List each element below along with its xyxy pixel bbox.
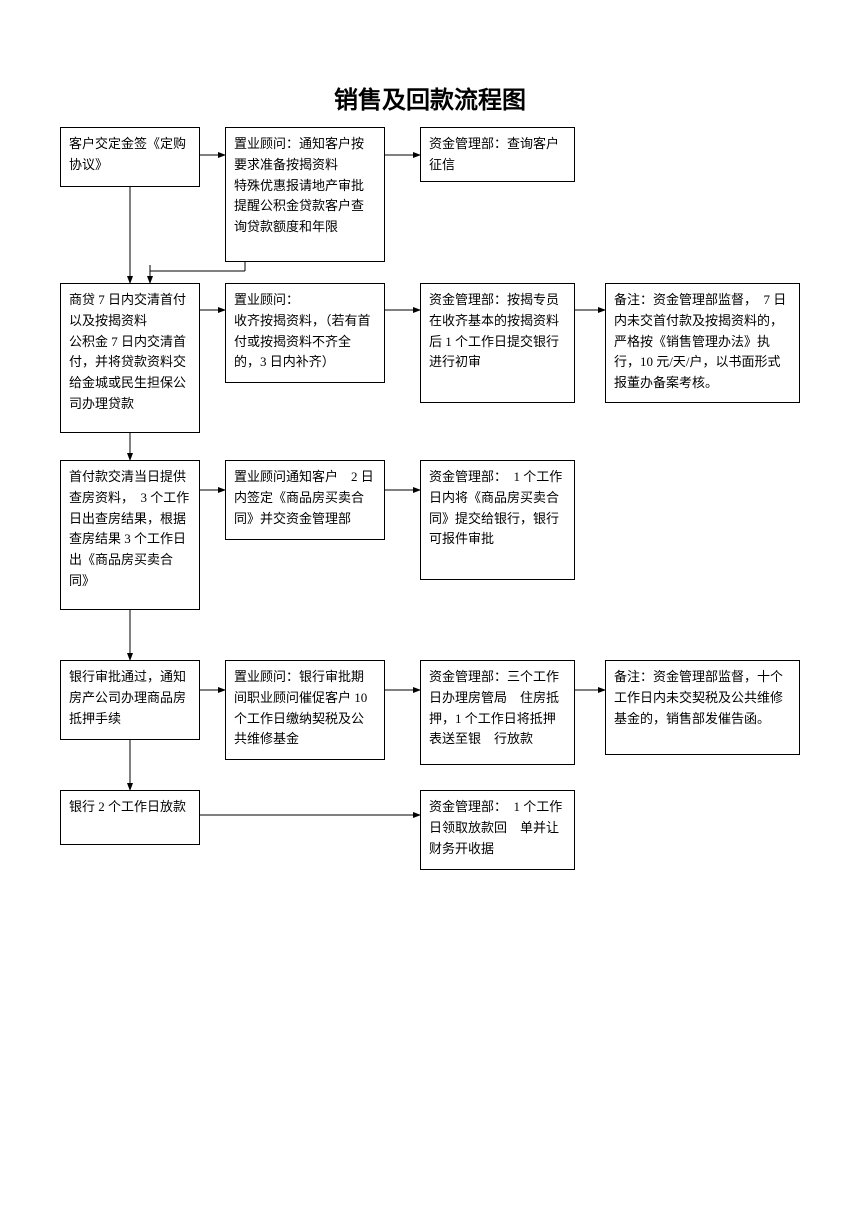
box-r4c2: 置业顾问：银行审批期间职业顾问催促客户 10 个工作日缴纳契税及公共维修基金: [225, 660, 385, 760]
box-r2c1: 商贷 7 日内交清首付以及按揭资料公积金 7 日内交清首付，并将贷款资料交给金城…: [60, 283, 200, 433]
box-r4c4: 备注：资金管理部监督，十个工作日内未交契税及公共维修基金的，销售部发催告函。: [605, 660, 800, 755]
box-r4c3: 资金管理部：三个工作日办理房管局 住房抵押，1 个工作日将抵押表送至银 行放款: [420, 660, 575, 765]
box-r2c2: 置业顾问：收齐按揭资料，（若有首付或按揭资料不齐全的，3 日内补齐）: [225, 283, 385, 383]
box-r1c1: 客户交定金签《定购协议》: [60, 127, 200, 187]
diagram-title: 销售及回款流程图: [0, 0, 860, 135]
box-r5c3: 资金管理部： 1 个工作日领取放款回 单并让财务开收据: [420, 790, 575, 870]
box-r1c3: 资金管理部：查询客户征信: [420, 127, 575, 182]
box-r3c1: 首付款交清当日提供查房资料， 3 个工作日出查房结果，根据查房结果 3 个工作日…: [60, 460, 200, 610]
box-r2c3: 资金管理部：按揭专员在收齐基本的按揭资料后 1 个工作日提交银行进行初审: [420, 283, 575, 403]
box-r3c3: 资金管理部： 1 个工作日内将《商品房买卖合同》提交给银行，银行可报件审批: [420, 460, 575, 580]
box-r1c2: 置业顾问：通知客户按要求准备按揭资料特殊优惠报请地产审批提醒公积金贷款客户查询贷…: [225, 127, 385, 262]
box-r3c2: 置业顾问通知客户 2 日内签定《商品房买卖合同》并交资金管理部: [225, 460, 385, 540]
box-r4c1: 银行审批通过，通知房产公司办理商品房抵押手续: [60, 660, 200, 740]
box-r2c4: 备注：资金管理部监督， 7 日内未交首付款及按揭资料的，严格按《销售管理办法》执…: [605, 283, 800, 403]
box-r5c1: 银行 2 个工作日放款: [60, 790, 200, 845]
